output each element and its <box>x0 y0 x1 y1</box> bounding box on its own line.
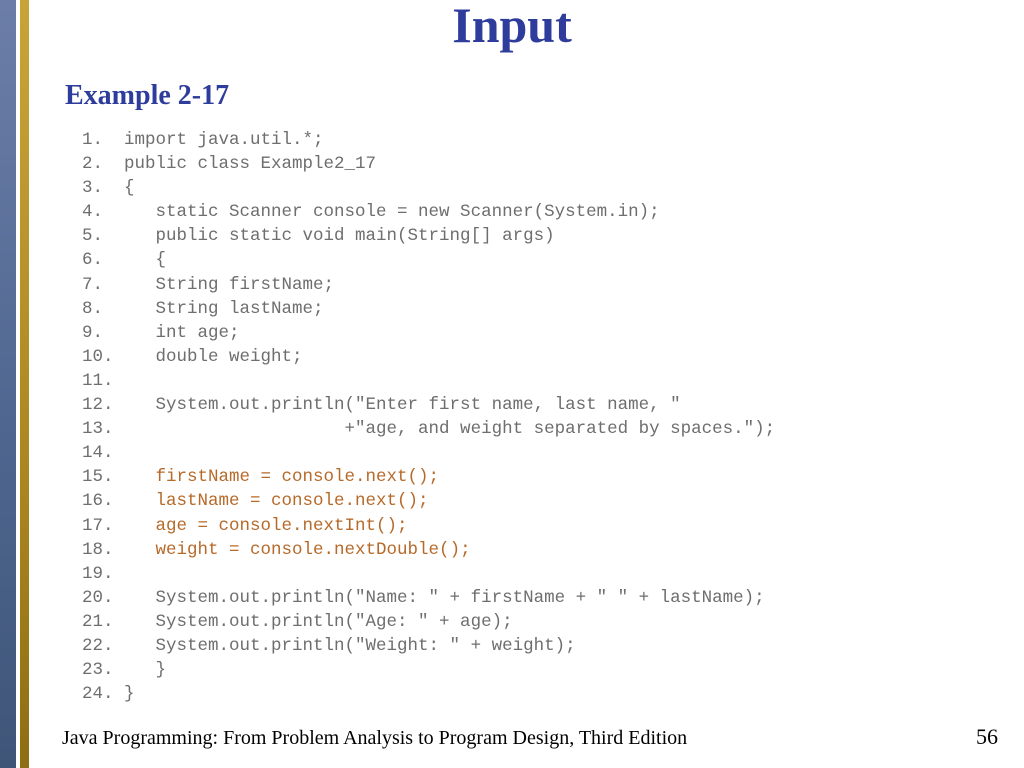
footer-text: Java Programming: From Problem Analysis … <box>62 727 687 750</box>
sidebar-blue <box>0 0 16 768</box>
slide-subtitle: Example 2-17 <box>65 80 229 112</box>
slide: Input Example 2-17 1. import java.util.*… <box>0 0 1024 768</box>
code-block: 1. import java.util.*; 2. public class E… <box>82 128 775 706</box>
page-number: 56 <box>976 724 998 750</box>
sidebar-gold <box>20 0 29 768</box>
slide-title: Input <box>0 0 1024 54</box>
sidebar-stripe <box>0 0 35 768</box>
